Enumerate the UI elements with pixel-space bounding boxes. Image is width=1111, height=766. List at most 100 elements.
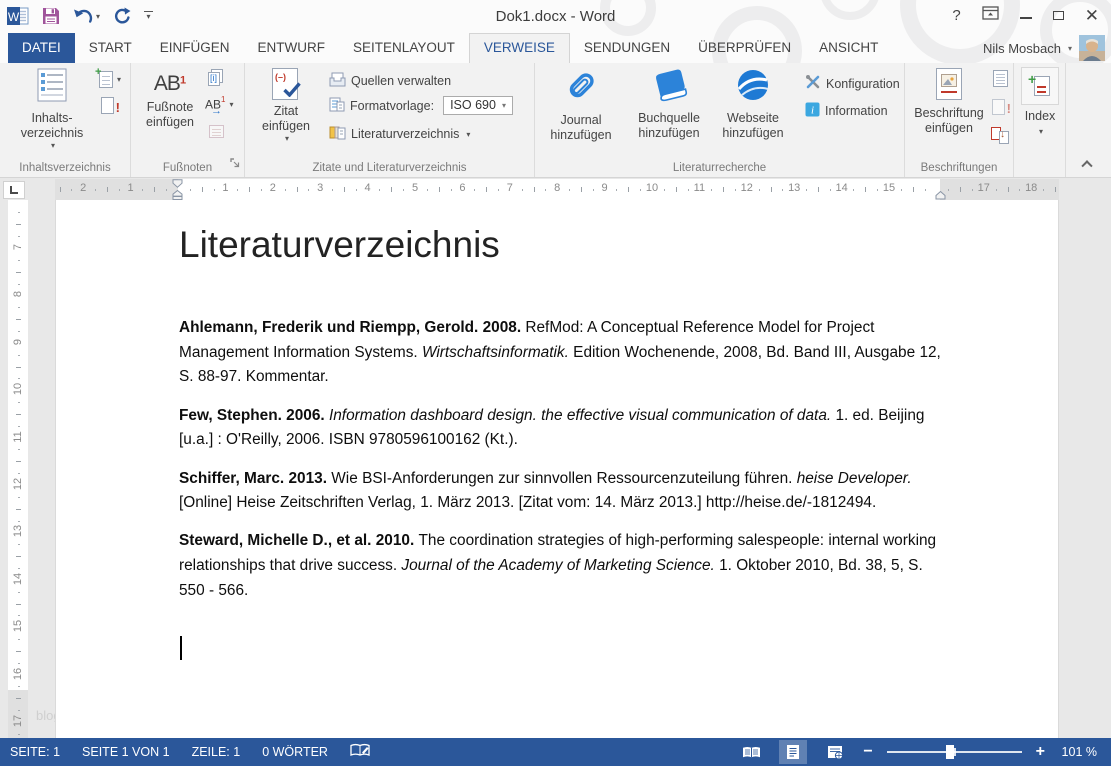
close-button[interactable]: ✕: [1085, 6, 1099, 26]
document-page[interactable]: Literaturverzeichnis Ahlemann, Frederik …: [55, 200, 1059, 738]
account-area[interactable]: Nils Mosbach ▾: [983, 33, 1105, 63]
hanging-indent-marker[interactable]: [172, 190, 183, 200]
index-icon: +: [1021, 67, 1059, 105]
ruler-tick: [771, 187, 772, 192]
ribbon-display-options-button[interactable]: [982, 6, 999, 26]
footnote-ab-icon: AB1: [154, 72, 186, 96]
tab-datei[interactable]: DATEI: [8, 33, 75, 63]
horizontal-ruler[interactable]: 211234567891011121314151718: [55, 179, 1059, 200]
undo-button[interactable]: ▾: [73, 8, 100, 24]
undo-dropdown-icon[interactable]: ▾: [96, 12, 100, 21]
maximize-button[interactable]: [1053, 6, 1064, 26]
customize-qat-icon[interactable]: ▾: [144, 11, 153, 22]
manage-sources-button[interactable]: Quellen verwalten: [329, 72, 451, 90]
ruler-tick: [676, 187, 677, 192]
zoom-slider-thumb[interactable]: [946, 745, 954, 759]
update-table-button[interactable]: !: [101, 97, 114, 114]
ruler-tick: [1019, 189, 1020, 191]
group-index: + Index ▾: [1014, 63, 1066, 177]
add-journal-button[interactable]: Journal hinzufügen: [537, 68, 625, 143]
ruler-number: 9: [602, 182, 608, 194]
ruler-tick: [18, 307, 20, 308]
tab-seitenlayout[interactable]: SEITENLAYOUT: [339, 33, 469, 63]
tab-verweise[interactable]: VERWEISE: [469, 33, 570, 63]
group-literaturrecherche: Journal hinzufügen Buchquelle hinzufügen: [535, 63, 905, 177]
insert-table-of-figures-button[interactable]: [993, 70, 1008, 87]
status-page[interactable]: SEITE: 1: [10, 745, 60, 759]
zoom-slider[interactable]: [887, 751, 1022, 753]
show-notes-button[interactable]: [209, 125, 224, 138]
user-dropdown-icon[interactable]: ▾: [1068, 44, 1072, 53]
ruler-tick: [403, 189, 404, 191]
zoom-in-button[interactable]: +: [1036, 744, 1045, 760]
table-of-contents-button[interactable]: Inhalts- verzeichnis▾: [8, 68, 96, 150]
collapse-ribbon-button[interactable]: [1083, 159, 1097, 171]
insert-footnote-button[interactable]: AB1 Fußnote einfügen: [139, 72, 201, 130]
zoom-out-button[interactable]: −: [863, 744, 872, 760]
next-footnote-button[interactable]: AB1 → ▾: [205, 95, 233, 113]
style-select-caret-icon: ▾: [502, 101, 506, 110]
tab-ansicht[interactable]: ANSICHT: [805, 33, 892, 63]
information-button[interactable]: i Information: [805, 102, 888, 120]
ribbon-tabs: DATEI STARTEINFÜGENENTWURFSEITENLAYOUTVE…: [0, 33, 1111, 63]
table-of-figures-icon: [993, 70, 1008, 87]
redo-button[interactable]: [113, 7, 131, 25]
add-text-button[interactable]: + ▾: [99, 71, 121, 88]
ruler-tick: [925, 189, 926, 191]
tab-einfügen[interactable]: EINFÜGEN: [146, 33, 244, 63]
bibliography-entry: Ahlemann, Frederik und Riempp, Gerold. 2…: [179, 316, 941, 390]
style-icon: [329, 97, 345, 115]
ruler-number: 8: [554, 182, 560, 194]
add-text-icon: +: [99, 71, 113, 88]
update-table-of-figures-button[interactable]: !: [992, 99, 1005, 115]
tab-sendungen[interactable]: SENDUNGEN: [570, 33, 684, 63]
index-button[interactable]: + Index ▾: [1019, 67, 1061, 136]
window-controls: ? ✕: [952, 6, 1099, 26]
ruler-tick: [190, 189, 191, 191]
ruler-tick: [913, 187, 914, 192]
tab-start[interactable]: START: [75, 33, 146, 63]
bibliography-style-select[interactable]: ISO 690 ▾: [443, 96, 513, 115]
print-layout-button[interactable]: [779, 740, 807, 764]
ruler-tick: [71, 189, 72, 191]
user-avatar[interactable]: [1079, 35, 1105, 61]
bibliography-button[interactable]: Literaturverzeichnis ▾: [329, 125, 470, 143]
vertical-ruler[interactable]: 7891011121314151617: [8, 200, 28, 738]
ruler-number: 17: [12, 711, 24, 731]
right-indent-marker[interactable]: [935, 191, 946, 200]
tab-entwurf[interactable]: ENTWURF: [244, 33, 340, 63]
help-button[interactable]: ?: [952, 6, 960, 26]
ruler-tick: [154, 187, 155, 192]
insert-endnote-button[interactable]: [i]: [207, 69, 225, 87]
cross-reference-button[interactable]: ↓: [991, 127, 1011, 145]
configuration-button[interactable]: Konfiguration: [805, 74, 900, 93]
update-table-icon: !: [101, 97, 114, 114]
add-website-button[interactable]: Webseite hinzufügen: [713, 68, 793, 141]
minimize-button[interactable]: [1020, 6, 1032, 26]
insert-citation-button[interactable]: (–) Zitat einfügen▾: [255, 68, 317, 143]
web-layout-button[interactable]: [821, 740, 849, 764]
ruler-number: 13: [788, 182, 800, 194]
zoom-percentage[interactable]: 101 %: [1059, 745, 1097, 759]
status-page-of[interactable]: SEITE 1 VON 1: [82, 745, 170, 759]
save-icon[interactable]: [42, 7, 60, 25]
ruler-tick: [16, 461, 21, 462]
ruler-tick: [391, 187, 392, 192]
window-header: W: [0, 0, 1111, 63]
status-line[interactable]: ZEILE: 1: [192, 745, 241, 759]
text-cursor: [180, 636, 182, 660]
add-book-source-button[interactable]: Buchquelle hinzufügen: [625, 68, 713, 141]
proofing-icon[interactable]: [350, 743, 370, 761]
insert-caption-button[interactable]: Beschriftung einfügen: [909, 68, 989, 136]
tools-icon: [805, 74, 821, 93]
ruler-number: 7: [12, 237, 24, 257]
status-words[interactable]: 0 WÖRTER: [262, 745, 328, 759]
bibliography-entry: Schiffer, Marc. 2013. Wie BSI-Anforderun…: [179, 467, 941, 516]
word-logo-icon[interactable]: W: [7, 5, 29, 27]
read-mode-button[interactable]: [737, 740, 765, 764]
ruler-tick: [344, 187, 345, 192]
tab-stop-selector[interactable]: [3, 181, 25, 199]
first-line-indent-marker[interactable]: [172, 179, 183, 188]
show-notes-icon: [209, 125, 224, 138]
tab-überprüfen[interactable]: ÜBERPRÜFEN: [684, 33, 805, 63]
